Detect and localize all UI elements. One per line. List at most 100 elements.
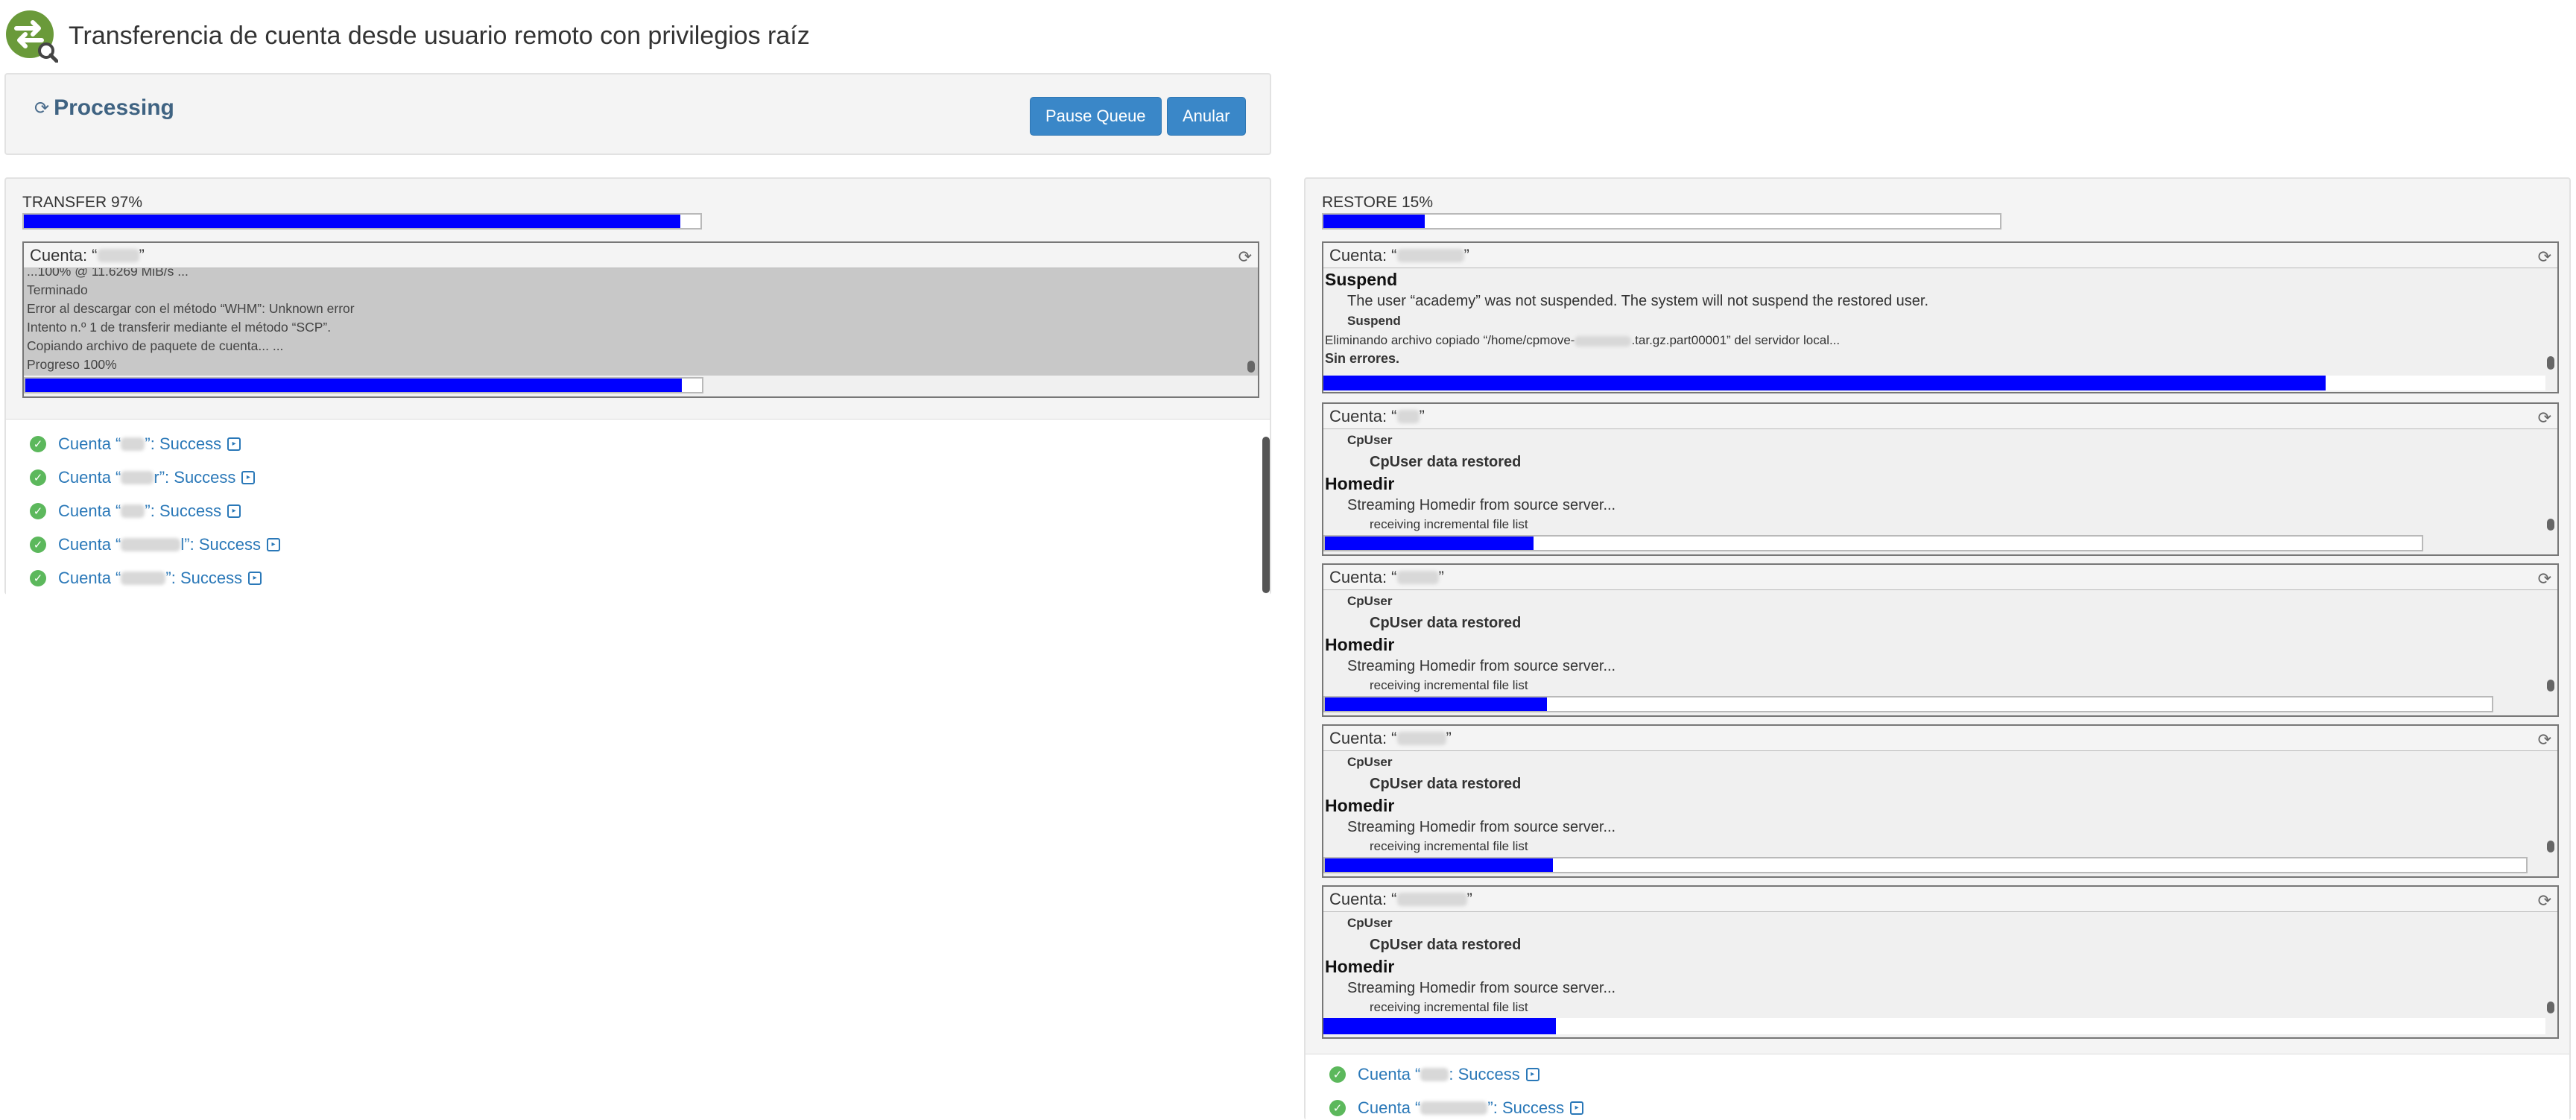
log-line: The user “academy” was not suspended. Th… bbox=[1347, 293, 1929, 309]
account-label-end: ” bbox=[1466, 889, 1472, 908]
transfer-account-box: Cuenta: “ ” ⟳ ...100% @ 11.6269 MiB/s ..… bbox=[22, 241, 1259, 398]
log-subheading: CpUser bbox=[1347, 916, 1393, 930]
check-circle-icon: ✓ bbox=[30, 569, 46, 586]
redacted-account-name bbox=[121, 571, 166, 585]
refresh-icon[interactable]: ⟳ bbox=[2538, 730, 2551, 750]
log-subheading: CpUser bbox=[1347, 433, 1393, 447]
pause-queue-button[interactable]: Pause Queue bbox=[1030, 97, 1162, 136]
log-line: Streaming Homedir from source server... bbox=[1347, 497, 1616, 513]
restore-log[interactable]: CpUser CpUser data restored Homedir Stre… bbox=[1323, 590, 2557, 695]
result-item[interactable]: ✓ Cuenta “ r”: Success ▸ bbox=[6, 461, 1270, 494]
transfer-results-list: ✓ Cuenta “ ”: Success ▸ ✓ Cuenta “ r”: S… bbox=[6, 419, 1270, 595]
result-suffix: : Success bbox=[1449, 1064, 1520, 1083]
account-label-end: ” bbox=[1463, 245, 1469, 265]
restore-log[interactable]: CpUser CpUser data restored Homedir Stre… bbox=[1323, 912, 2557, 1016]
log-scrollbar[interactable] bbox=[2547, 1002, 2554, 1013]
log-line: Terminado bbox=[27, 282, 88, 297]
log-line: Error al descargar con el método “WHM”: … bbox=[27, 301, 355, 316]
log-scrollbar[interactable] bbox=[2547, 519, 2554, 531]
check-circle-icon: ✓ bbox=[30, 536, 46, 553]
redacted-account-name bbox=[1420, 1101, 1488, 1115]
processing-status: ⟳ Processing bbox=[34, 95, 174, 121]
log-line: CpUser data restored bbox=[1370, 454, 1522, 470]
log-line: Streaming Homedir from source server... bbox=[1347, 819, 1616, 835]
account-progress-bar bbox=[24, 377, 703, 393]
transfer-title: TRANSFER 97% bbox=[22, 194, 143, 211]
log-subheading: CpUser bbox=[1347, 755, 1393, 769]
expand-icon[interactable]: ▸ bbox=[1570, 1101, 1584, 1115]
account-label: Cuenta: “ bbox=[1329, 567, 1397, 586]
log-heading: Suspend bbox=[1325, 270, 1398, 289]
log-line: Eliminando archivo copiado “/home/cpmove… bbox=[1323, 331, 2557, 350]
transfer-log[interactable]: ...100% @ 11.6269 MiB/s ... Terminado Er… bbox=[24, 268, 1258, 376]
result-item[interactable]: ✓ Cuenta “ ”: Success ▸ bbox=[6, 561, 1270, 595]
restore-results-list: ✓ Cuenta “ : Success ▸ ✓ Cuenta “ ”: Suc… bbox=[1306, 1054, 2569, 1120]
log-line: CpUser data restored bbox=[1370, 615, 1522, 631]
log-scrollbar[interactable] bbox=[2547, 356, 2554, 370]
expand-icon[interactable]: ▸ bbox=[248, 571, 262, 585]
expand-icon[interactable]: ▸ bbox=[227, 437, 241, 451]
refresh-icon[interactable]: ⟳ bbox=[1238, 247, 1252, 267]
result-suffix: ”: Success bbox=[145, 501, 222, 520]
expand-icon[interactable]: ▸ bbox=[1525, 1067, 1539, 1081]
expand-icon[interactable]: ▸ bbox=[227, 504, 241, 518]
log-scrollbar[interactable] bbox=[1247, 361, 1255, 373]
check-circle-icon: ✓ bbox=[30, 469, 46, 486]
log-scrollbar[interactable] bbox=[2547, 680, 2554, 692]
transfer-column: TRANSFER 97% Cuenta: “ ” ⟳ ...100% @ 11.… bbox=[4, 177, 1271, 595]
log-line: receiving incremental file list bbox=[1370, 678, 1528, 692]
expand-icon[interactable]: ▸ bbox=[266, 537, 280, 551]
account-header: Cuenta: “ ” ⟳ bbox=[1323, 243, 2557, 268]
result-item[interactable]: ✓ Cuenta “ ”: Success ▸ bbox=[1306, 1091, 2569, 1120]
account-label-end: ” bbox=[1446, 728, 1452, 747]
restore-log[interactable]: CpUser CpUser data restored Homedir Stre… bbox=[1323, 751, 2557, 855]
restore-account-box: Cuenta: “ ” ⟳ CpUser CpUser data restore… bbox=[1322, 563, 2559, 717]
refresh-icon[interactable]: ⟳ bbox=[2538, 891, 2551, 911]
result-suffix: ”: Success bbox=[1487, 1098, 1565, 1117]
refresh-icon[interactable]: ⟳ bbox=[2538, 408, 2551, 428]
result-item[interactable]: ✓ Cuenta “ l”: Success ▸ bbox=[6, 528, 1270, 561]
redacted-account-name bbox=[121, 437, 145, 451]
account-progress-fill bbox=[1323, 1018, 1556, 1034]
log-line: Progreso 100% bbox=[27, 357, 117, 372]
account-progress-bar bbox=[1323, 1018, 2545, 1034]
account-label: Cuenta: “ bbox=[1329, 245, 1397, 265]
log-subheading: CpUser bbox=[1347, 594, 1393, 608]
redacted-account-name bbox=[121, 470, 154, 484]
account-label: Cuenta: “ bbox=[1329, 728, 1397, 747]
result-item[interactable]: ✓ Cuenta “ : Success ▸ bbox=[1306, 1057, 2569, 1091]
result-item[interactable]: ✓ Cuenta “ ”: Success ▸ bbox=[6, 427, 1270, 461]
log-text: Eliminando archivo copiado “/home/cpmove… bbox=[1325, 333, 1575, 347]
result-item[interactable]: ✓ Cuenta “ ”: Success ▸ bbox=[6, 494, 1270, 528]
refresh-icon[interactable]: ⟳ bbox=[2538, 247, 2551, 267]
restore-log[interactable]: CpUser CpUser data restored Homedir Stre… bbox=[1323, 429, 2557, 534]
expand-icon[interactable]: ▸ bbox=[241, 470, 256, 484]
transfer-progress-fill bbox=[24, 215, 680, 228]
list-scrollbar[interactable] bbox=[1262, 437, 1270, 593]
account-progress-fill bbox=[1325, 697, 1547, 711]
redacted-account-name bbox=[1396, 409, 1420, 423]
restore-log[interactable]: Suspend The user “academy” was not suspe… bbox=[1323, 268, 2557, 374]
account-label: Cuenta: “ bbox=[30, 245, 98, 265]
restore-account-box: Cuenta: “ ” ⟳ Suspend The user “academy”… bbox=[1322, 241, 2559, 393]
transfer-progress-bar bbox=[22, 213, 702, 230]
result-prefix: Cuenta “ bbox=[58, 568, 121, 587]
log-line: receiving incremental file list bbox=[1370, 517, 1528, 531]
account-header: Cuenta: “ ” ⟳ bbox=[1323, 565, 2557, 590]
cancel-button[interactable]: Anular bbox=[1167, 97, 1246, 136]
restore-account-box: Cuenta: “ ” ⟳ CpUser CpUser data restore… bbox=[1322, 885, 2559, 1039]
log-heading: Homedir bbox=[1325, 474, 1395, 493]
check-circle-icon: ✓ bbox=[1329, 1066, 1346, 1083]
log-text: .tar.gz.part00001” del servidor local... bbox=[1631, 333, 1841, 347]
log-scrollbar[interactable] bbox=[2547, 841, 2554, 852]
log-line: Streaming Homedir from source server... bbox=[1347, 980, 1616, 996]
result-prefix: Cuenta “ bbox=[58, 534, 121, 554]
result-prefix: Cuenta “ bbox=[58, 434, 121, 453]
result-suffix: ”: Success bbox=[165, 568, 243, 587]
refresh-icon[interactable]: ⟳ bbox=[2538, 569, 2551, 589]
log-line: Copiando archivo de paquete de cuenta...… bbox=[27, 338, 284, 353]
check-circle-icon: ✓ bbox=[30, 502, 46, 519]
redacted-account-name bbox=[1575, 335, 1632, 347]
log-line: CpUser data restored bbox=[1370, 776, 1522, 792]
account-header: Cuenta: “ ” ⟳ bbox=[24, 243, 1258, 268]
